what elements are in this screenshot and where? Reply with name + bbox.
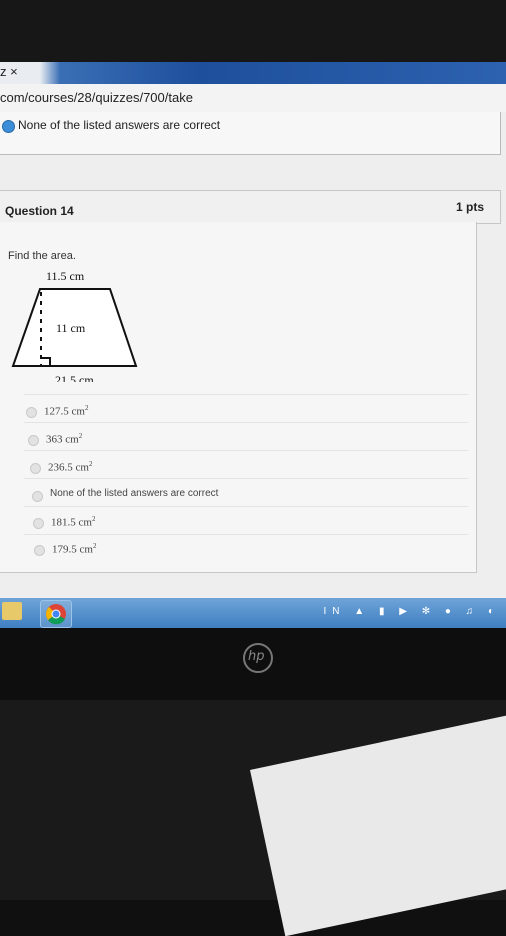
radio-icon[interactable] — [33, 518, 44, 529]
folder-icon[interactable] — [2, 602, 22, 620]
selected-radio-icon[interactable] — [2, 120, 15, 133]
divider — [24, 394, 468, 395]
radio-icon[interactable] — [30, 463, 41, 474]
radio-icon[interactable] — [34, 545, 45, 556]
chrome-icon — [46, 604, 66, 625]
top-base-label: 11.5 cm — [46, 269, 85, 283]
windows-taskbar: IN ▲ ▮ ▶ ✻ ● ♫ ◐ — [0, 598, 506, 628]
answer-exponent: 2 — [84, 404, 89, 412]
previous-answer-label: None of the listed answers are correct — [18, 118, 221, 132]
screen-bezel — [0, 0, 506, 62]
address-bar[interactable]: com/courses/28/quizzes/700/take — [0, 84, 506, 113]
answer-text: 181.5 cm — [51, 516, 92, 529]
question-prompt: Find the area. — [8, 250, 76, 262]
answer-exponent: 2 — [92, 542, 97, 550]
answer-exponent: 2 — [78, 432, 83, 440]
quiz-page: None of the listed answers are correct Q… — [0, 112, 506, 598]
radio-icon[interactable] — [28, 435, 39, 446]
bottom-base-label: 21.5 cm — [55, 373, 94, 382]
divider — [24, 534, 468, 535]
radio-icon[interactable] — [32, 491, 43, 502]
divider — [24, 450, 468, 451]
divider — [24, 422, 468, 423]
answer-exponent: 2 — [91, 515, 96, 523]
answer-exponent: 2 — [88, 460, 93, 468]
trapezoid-figure: 11.5 cm 11 cm 21.5 cm — [11, 269, 138, 382]
answer-text: 236.5 cm — [48, 461, 89, 474]
chrome-taskbar-button[interactable] — [40, 600, 72, 628]
previous-question-answer: None of the listed answers are correct — [0, 112, 501, 155]
hp-logo-icon: hp — [243, 643, 273, 673]
browser-tab-bar — [0, 62, 506, 84]
question-points: 1 pts — [455, 200, 484, 214]
radio-icon[interactable] — [26, 407, 37, 418]
question-body: Find the area. 11.5 cm 11 cm 21.5 cm 127… — [0, 222, 477, 573]
divider — [24, 478, 468, 479]
answer-text: None of the listed answers are correct — [50, 488, 219, 499]
question-header: Question 14 1 pts — [0, 190, 501, 224]
answer-text: 179.5 cm — [52, 543, 93, 556]
question-title: Question 14 — [5, 204, 74, 218]
height-label: 11 cm — [56, 321, 86, 335]
tray-language: IN — [323, 606, 346, 617]
url-text: com/courses/28/quizzes/700/take — [0, 90, 193, 105]
answer-text: 363 cm — [46, 433, 79, 446]
divider — [24, 506, 468, 507]
tab-close-button[interactable]: z × — [0, 64, 18, 79]
answer-text: 127.5 cm — [44, 405, 85, 418]
system-tray[interactable]: IN ▲ ▮ ▶ ✻ ● ♫ ◐ — [324, 606, 501, 617]
